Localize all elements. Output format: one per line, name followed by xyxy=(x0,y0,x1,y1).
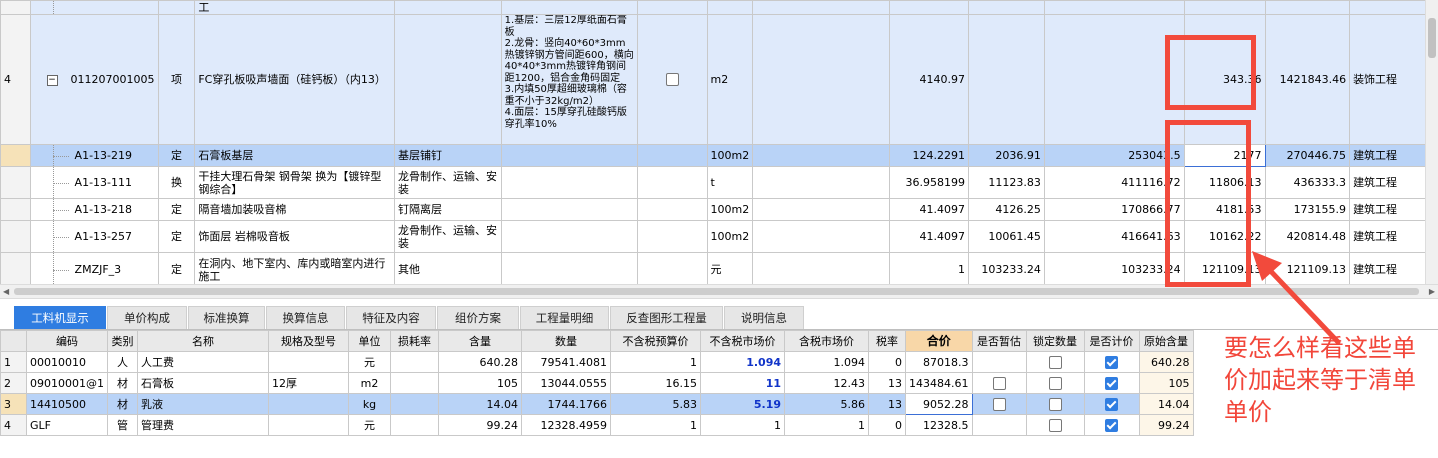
annotation-text: 要怎么样看这些单价加起来等于清单单价 xyxy=(1224,334,1416,426)
annotation-arrow xyxy=(1252,251,1341,345)
